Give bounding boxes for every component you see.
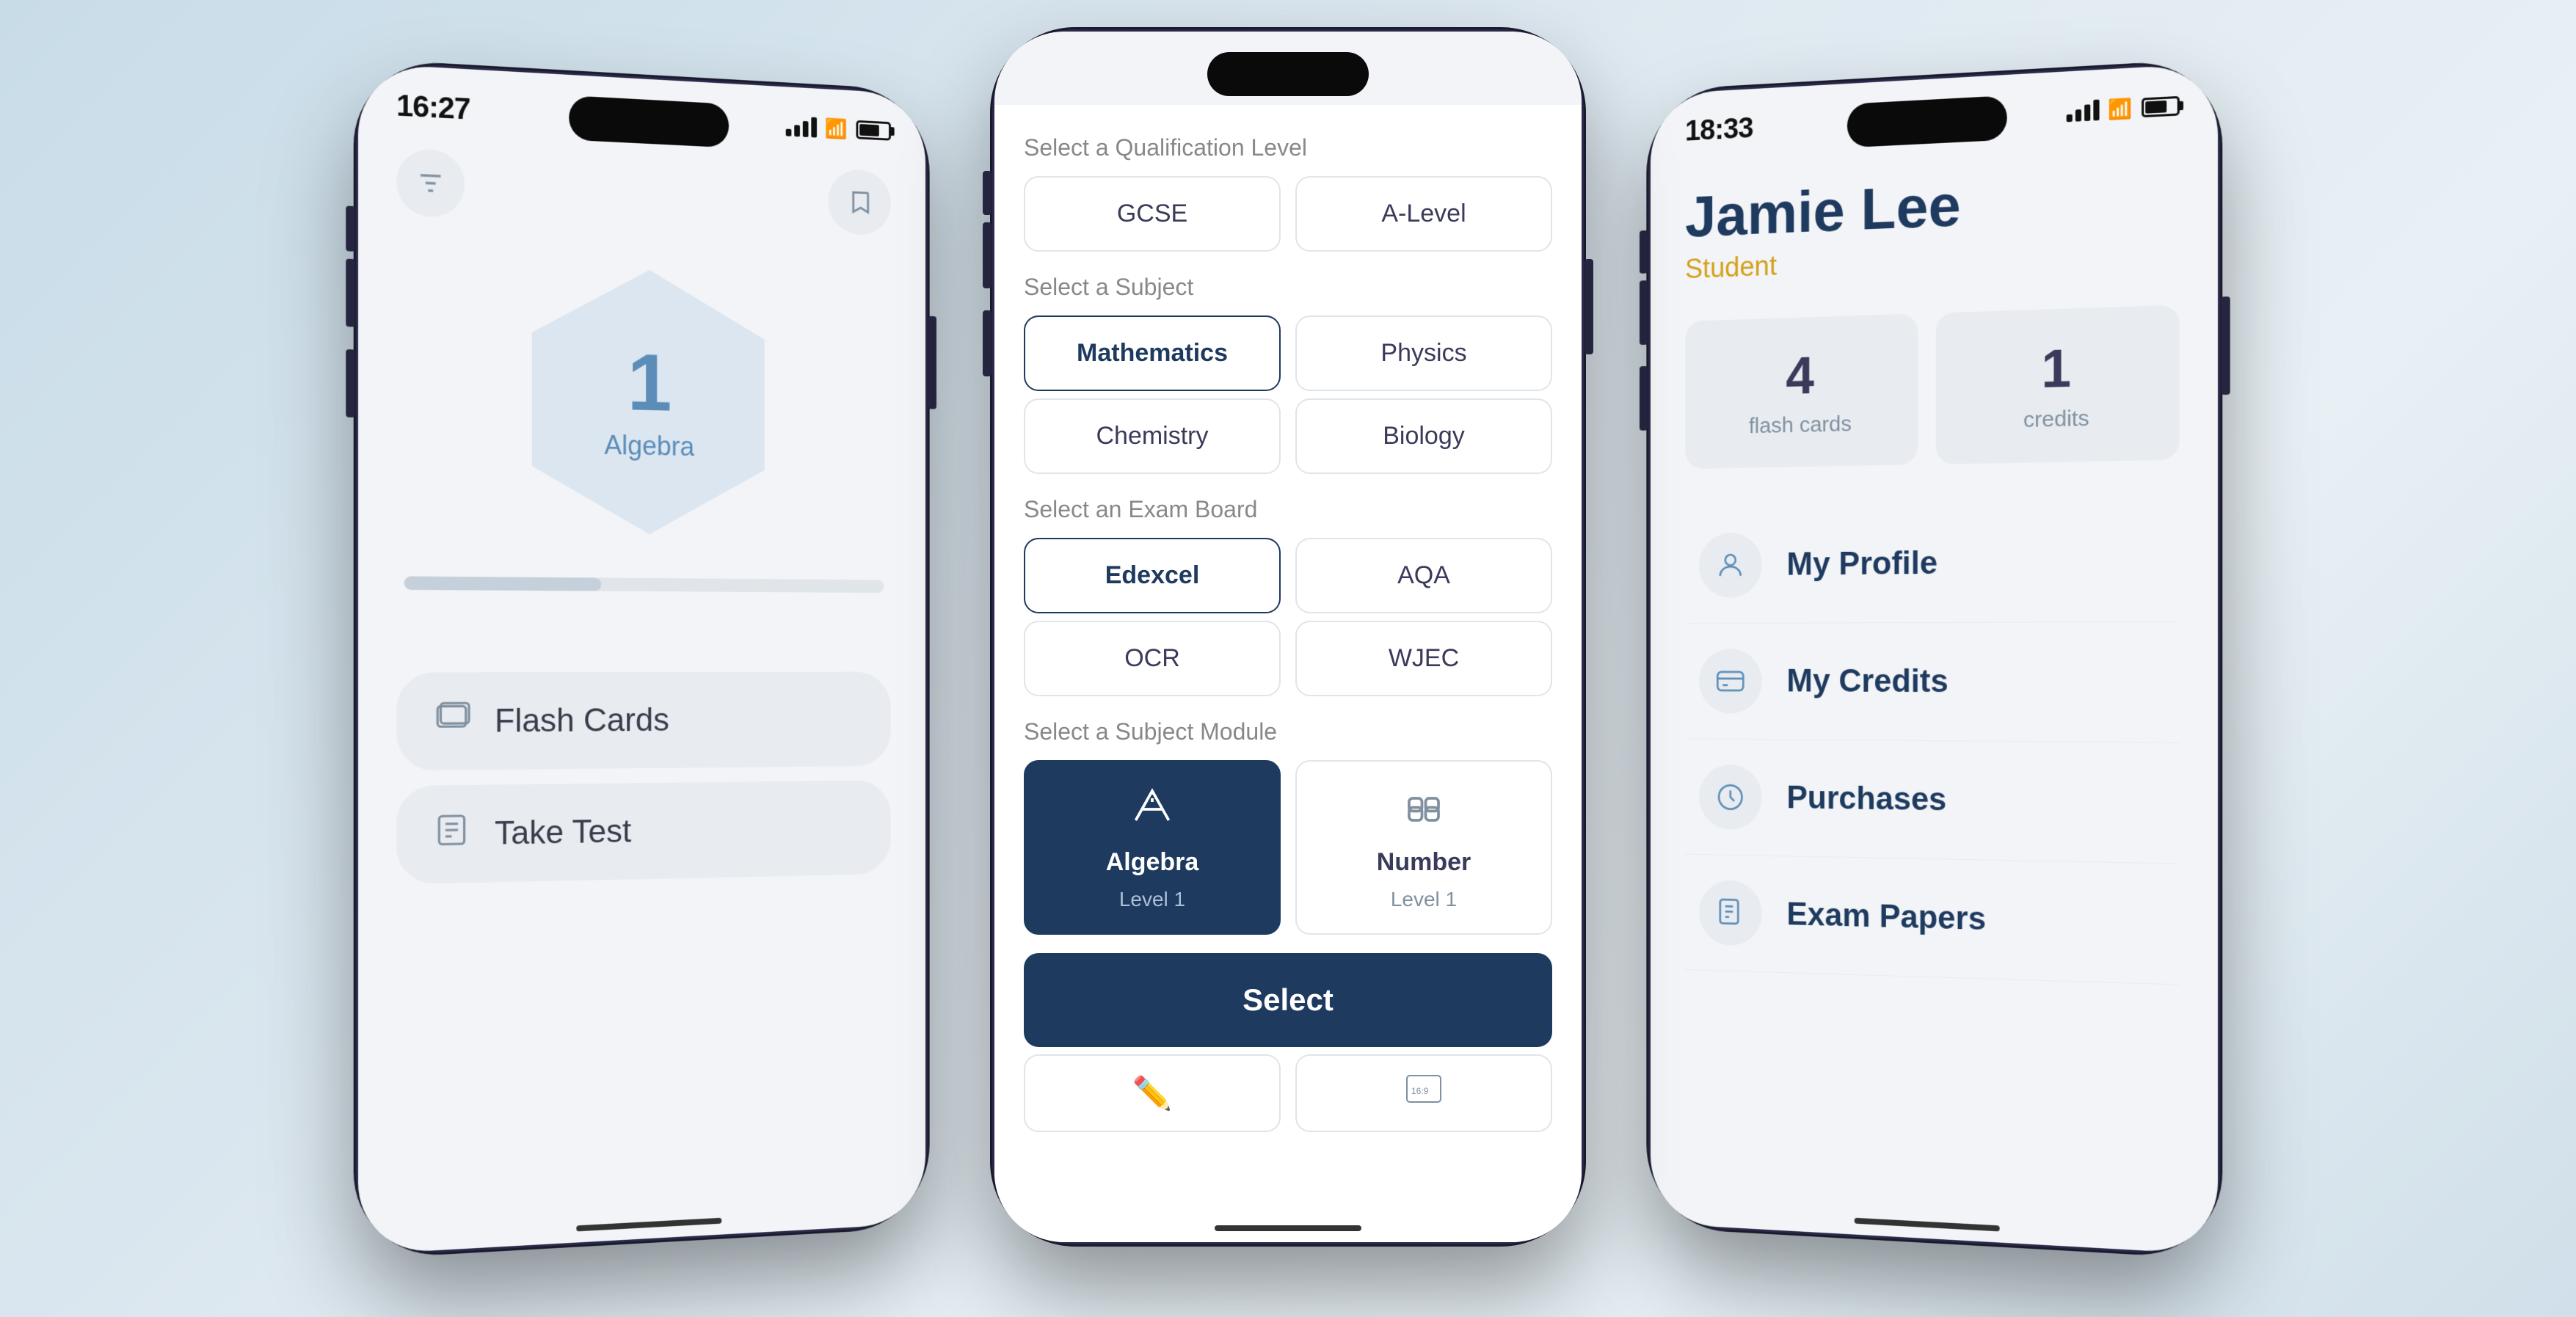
ocr-button[interactable]: OCR <box>1024 621 1281 696</box>
purchases-item[interactable]: Purchases <box>1685 739 2180 864</box>
time-left: 16:27 <box>396 89 470 126</box>
hex-number: 1 <box>627 342 672 424</box>
flash-cards-stat-label: flash cards <box>1749 412 1852 439</box>
purchases-label: Purchases <box>1786 779 1946 818</box>
phone-right: 18:33 📶 Jamie Lee Student 4 flash cards <box>1651 62 2218 1254</box>
my-profile-item[interactable]: My Profile <box>1685 500 2180 623</box>
wifi-icon-right: 📶 <box>2108 96 2132 120</box>
algebra-icon <box>1130 784 1174 837</box>
svg-text:16:9: 16:9 <box>1411 1086 1429 1096</box>
battery-icon-left <box>856 120 890 140</box>
algebra-sub: Level 1 <box>1119 888 1185 911</box>
purchases-icon <box>1699 764 1762 829</box>
profile-icon <box>1699 532 1762 597</box>
flash-cards-button[interactable]: Flash Cards <box>396 671 891 770</box>
alevel-button[interactable]: A-Level <box>1295 176 1552 252</box>
credits-stat: 1 credits <box>1935 304 2179 464</box>
algebra-title: Algebra <box>1106 848 1199 877</box>
edexcel-button[interactable]: Edexcel <box>1024 538 1281 613</box>
aqa-button[interactable]: AQA <box>1295 538 1552 613</box>
stats-row: 4 flash cards 1 credits <box>1685 304 2180 469</box>
take-test-icon <box>434 811 472 857</box>
profile-name: Jamie Lee <box>1685 163 2180 249</box>
pencil-icon: ✏️ <box>1132 1074 1173 1112</box>
exam-papers-icon <box>1699 880 1762 946</box>
home-indicator-right <box>1855 1217 2000 1231</box>
mathematics-button[interactable]: Mathematics <box>1024 315 1281 391</box>
subject-section-label: Select a Subject <box>1024 274 1552 301</box>
my-credits-item[interactable]: My Credits <box>1685 621 2180 743</box>
hex-container: 1 Algebra <box>389 260 898 536</box>
flash-cards-label: Flash Cards <box>495 701 669 740</box>
exam-papers-label: Exam Papers <box>1786 896 1986 938</box>
phone-right-content: Jamie Lee Student 4 flash cards 1 credit… <box>1651 131 2218 1001</box>
battery-icon-right <box>2142 95 2180 117</box>
subject-row-2: Chemistry Biology <box>1024 398 1552 474</box>
home-indicator-left <box>576 1217 721 1231</box>
exam-board-label: Select an Exam Board <box>1024 496 1552 523</box>
take-test-label: Take Test <box>495 812 631 851</box>
my-credits-label: My Credits <box>1786 663 1948 699</box>
phone-left-screen: 16:27 📶 <box>358 62 925 1254</box>
status-icons-left: 📶 <box>785 114 891 142</box>
select-button[interactable]: Select <box>1024 953 1552 1047</box>
gcse-button[interactable]: GCSE <box>1024 176 1281 252</box>
flash-cards-stat: 4 flash cards <box>1685 313 1918 469</box>
time-right: 18:33 <box>1685 112 1753 147</box>
exam-board-row-2: OCR WJEC <box>1024 621 1552 696</box>
phone-center-content: Select a Qualification Level GCSE A-Leve… <box>994 105 1582 1242</box>
signal-icon-left <box>785 115 816 137</box>
phone-center-screen: Select a Qualification Level GCSE A-Leve… <box>994 32 1582 1242</box>
module-row-bottom: ✏️ 16:9 <box>1024 1054 1552 1132</box>
signal-icon-right <box>2066 99 2099 122</box>
home-indicator-center <box>1215 1225 1361 1231</box>
physics-button[interactable]: Physics <box>1295 315 1552 391</box>
my-profile-label: My Profile <box>1786 544 1938 583</box>
status-icons-right: 📶 <box>2066 94 2180 123</box>
number-module-card[interactable]: Number Level 1 <box>1295 760 1552 935</box>
flash-cards-count: 4 <box>1786 346 1814 406</box>
chemistry-button[interactable]: Chemistry <box>1024 398 1281 474</box>
algebra-module-card[interactable]: Algebra Level 1 <box>1024 760 1281 935</box>
module-card-ratio[interactable]: 16:9 <box>1295 1054 1552 1132</box>
exam-papers-item[interactable]: Exam Papers <box>1685 854 2180 985</box>
subject-row-1: Mathematics Physics <box>1024 315 1552 391</box>
wjec-button[interactable]: WJEC <box>1295 621 1552 696</box>
number-title: Number <box>1377 848 1471 877</box>
dynamic-island-center <box>1207 52 1369 96</box>
number-sub: Level 1 <box>1391 888 1457 911</box>
credits-count: 1 <box>2041 338 2071 400</box>
credits-stat-label: credits <box>2023 406 2089 432</box>
credits-icon <box>1699 649 1762 714</box>
phone-center: Select a Qualification Level GCSE A-Leve… <box>994 32 1582 1242</box>
phone-left-content: 1 Algebra Flash Cards <box>358 131 925 915</box>
phone-left: 16:27 📶 <box>358 62 925 1254</box>
phone-right-screen: 18:33 📶 Jamie Lee Student 4 flash cards <box>1651 62 2218 1254</box>
wifi-icon-left: 📶 <box>825 117 848 140</box>
dynamic-island-left <box>569 95 729 147</box>
flash-cards-icon <box>434 698 472 743</box>
take-test-button[interactable]: Take Test <box>396 780 891 884</box>
module-card-pencil[interactable]: ✏️ <box>1024 1054 1281 1132</box>
dynamic-island-right <box>1847 95 2007 147</box>
filter-button[interactable] <box>396 147 465 218</box>
qualification-row: GCSE A-Level <box>1024 176 1552 252</box>
biology-button[interactable]: Biology <box>1295 398 1552 474</box>
ratio-icon: 16:9 <box>1405 1074 1442 1112</box>
p1-header <box>389 147 898 236</box>
exam-board-row-1: Edexcel AQA <box>1024 538 1552 613</box>
module-row: Algebra Level 1 Number Level 1 <box>1024 760 1552 935</box>
module-section-label: Select a Subject Module <box>1024 718 1552 745</box>
qualification-label: Select a Qualification Level <box>1024 134 1552 161</box>
number-icon <box>1402 784 1446 837</box>
bookmark-button[interactable] <box>828 168 891 236</box>
hex-label: Algebra <box>604 429 694 462</box>
hex-shape: 1 Algebra <box>532 266 765 536</box>
progress-bar <box>404 576 884 593</box>
